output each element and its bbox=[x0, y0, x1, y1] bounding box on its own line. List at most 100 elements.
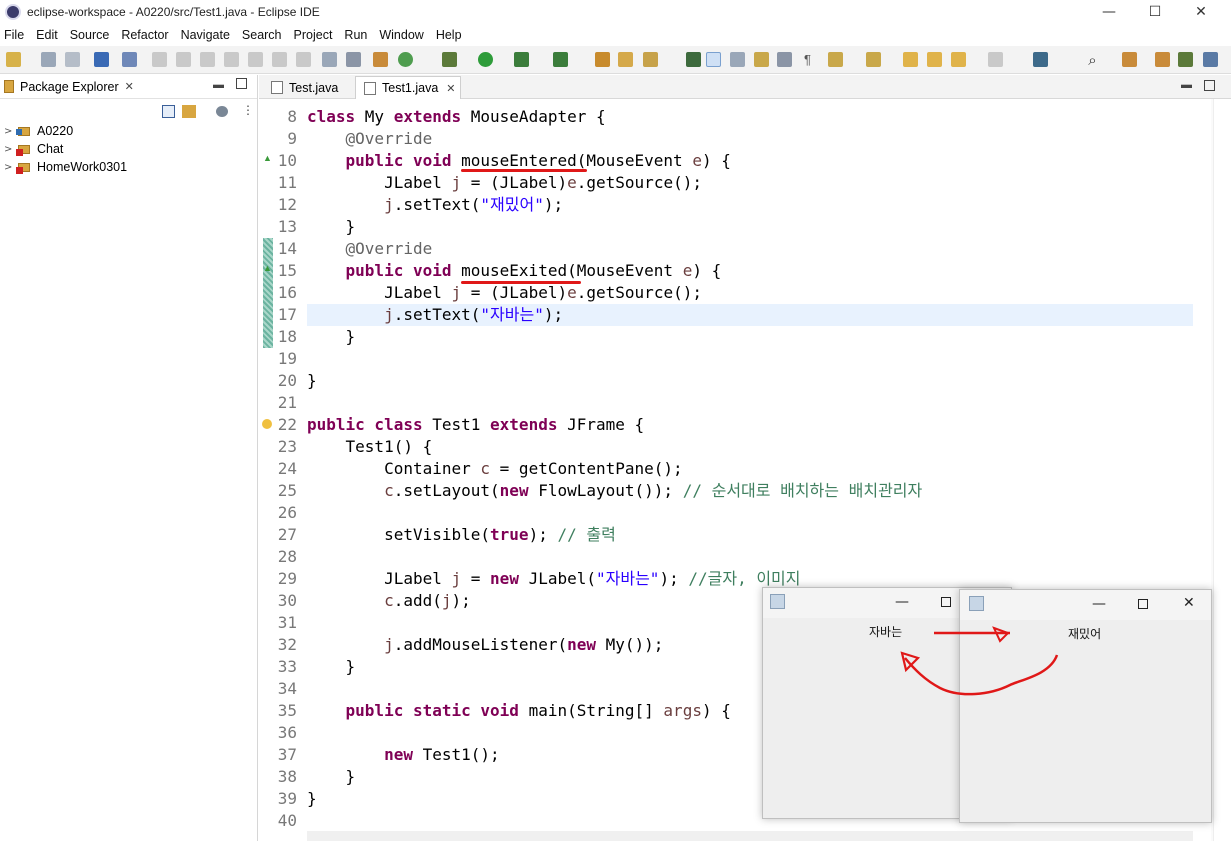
terminal-icon[interactable] bbox=[94, 52, 109, 67]
close-button[interactable]: ✕ bbox=[1178, 0, 1224, 24]
swing-maximize-button[interactable] bbox=[941, 597, 951, 607]
horizontal-scrollbar[interactable] bbox=[307, 831, 1193, 841]
disconnect-icon[interactable] bbox=[224, 52, 239, 67]
open-task-icon[interactable] bbox=[618, 52, 633, 67]
last-edit-icon[interactable] bbox=[903, 52, 918, 67]
menu-navigate[interactable]: Navigate bbox=[175, 28, 236, 42]
save-all-icon[interactable] bbox=[65, 52, 80, 67]
code-line[interactable]: JLabel j = (JLabel)e.getSource(); bbox=[307, 172, 702, 194]
collapse-all-icon[interactable] bbox=[162, 105, 175, 118]
skip-breakpoints-icon[interactable] bbox=[122, 52, 137, 67]
open-perspective-icon[interactable] bbox=[1122, 52, 1137, 67]
code-line[interactable]: @Override bbox=[307, 238, 433, 260]
package-explorer-tab[interactable]: Package Explorer ✕ ▬ bbox=[0, 75, 257, 99]
new-icon[interactable] bbox=[6, 52, 21, 67]
previous-annotation-icon[interactable] bbox=[866, 52, 881, 67]
new-java-project-icon[interactable] bbox=[373, 52, 388, 67]
back-icon[interactable] bbox=[951, 52, 966, 67]
swing-minimize-button[interactable]: — bbox=[1092, 596, 1106, 612]
next-annotation-icon[interactable] bbox=[828, 52, 843, 67]
search-tool-icon[interactable] bbox=[643, 52, 658, 67]
swing-close-button[interactable]: ✕ bbox=[1183, 595, 1195, 611]
code-line[interactable]: c.add(j); bbox=[307, 590, 471, 612]
code-line[interactable]: } bbox=[307, 216, 356, 238]
code-line[interactable]: public class Test1 extends JFrame { bbox=[307, 414, 644, 436]
forward-history-icon[interactable] bbox=[927, 52, 942, 67]
code-line[interactable]: c.setLayout(new FlowLayout()); // 순서대로 배… bbox=[307, 480, 922, 502]
code-line[interactable]: Test1() { bbox=[307, 436, 433, 458]
maximize-view-icon[interactable] bbox=[236, 78, 247, 89]
run-icon[interactable] bbox=[478, 52, 493, 67]
java-perspective-icon[interactable] bbox=[1155, 52, 1170, 67]
menu-window[interactable]: Window bbox=[373, 28, 429, 42]
tree-item-A0220[interactable]: > A0220 bbox=[4, 122, 73, 140]
menu-search[interactable]: Search bbox=[236, 28, 288, 42]
pilcrow-icon[interactable]: ¶ bbox=[800, 52, 815, 67]
code-line[interactable]: } bbox=[307, 370, 317, 392]
code-line[interactable]: public static void main(String[] args) { bbox=[307, 700, 731, 722]
menu-refactor[interactable]: Refactor bbox=[115, 28, 174, 42]
code-line[interactable]: } bbox=[307, 766, 356, 788]
block-selection-icon[interactable] bbox=[730, 52, 745, 67]
code-line[interactable]: } bbox=[307, 788, 317, 810]
menu-help[interactable]: Help bbox=[430, 28, 468, 42]
mark-occurrences-icon[interactable] bbox=[706, 52, 721, 67]
chevron-right-icon[interactable]: > bbox=[4, 162, 16, 173]
close-view-icon[interactable]: ✕ bbox=[125, 80, 134, 93]
close-tab-icon[interactable]: ✕ bbox=[446, 82, 455, 95]
menu-project[interactable]: Project bbox=[288, 28, 339, 42]
git-perspective-icon[interactable] bbox=[1203, 52, 1218, 67]
step-over-icon[interactable] bbox=[272, 52, 287, 67]
view-menu-icon[interactable]: ⋮ bbox=[242, 103, 254, 117]
link-with-editor-icon[interactable] bbox=[182, 105, 196, 118]
filter-icon[interactable] bbox=[216, 106, 228, 117]
show-source-icon[interactable] bbox=[777, 52, 792, 67]
search-icon[interactable]: ⌕ bbox=[1085, 52, 1100, 69]
chevron-right-icon[interactable]: > bbox=[4, 144, 16, 155]
suspend-icon[interactable] bbox=[176, 52, 191, 67]
tree-item-Chat[interactable]: > Chat bbox=[4, 140, 63, 158]
chevron-right-icon[interactable]: > bbox=[4, 126, 16, 137]
show-whitespace-icon[interactable] bbox=[754, 52, 769, 67]
save-icon[interactable] bbox=[41, 52, 56, 67]
code-line[interactable]: class My extends MouseAdapter { bbox=[307, 106, 606, 128]
code-line[interactable]: public void mouseExited(MouseEvent e) { bbox=[307, 260, 722, 282]
code-line[interactable]: Container c = getContentPane(); bbox=[307, 458, 683, 480]
open-type-icon[interactable] bbox=[595, 52, 610, 67]
swing-minimize-button[interactable]: — bbox=[895, 594, 909, 610]
minimize-view-icon[interactable]: ▬ bbox=[213, 79, 224, 91]
menu-edit[interactable]: Edit bbox=[30, 28, 64, 42]
external-tools-icon[interactable] bbox=[553, 52, 568, 67]
use-step-filters-icon[interactable] bbox=[346, 52, 361, 67]
tree-item-HomeWork0301[interactable]: > HomeWork0301 bbox=[4, 158, 127, 176]
debug-perspective-icon[interactable] bbox=[1178, 52, 1193, 67]
code-line[interactable]: } bbox=[307, 326, 356, 348]
code-line[interactable]: @Override bbox=[307, 128, 433, 150]
maximize-button[interactable]: ☐ bbox=[1132, 0, 1178, 24]
code-line[interactable]: setVisible(true); // 출력 bbox=[307, 524, 616, 546]
minimize-button[interactable]: — bbox=[1086, 0, 1132, 24]
minimize-editor-icon[interactable]: ▬ bbox=[1181, 79, 1192, 91]
code-line[interactable]: new Test1(); bbox=[307, 744, 500, 766]
menu-source[interactable]: Source bbox=[64, 28, 116, 42]
code-line[interactable]: j.setText("자바는"); bbox=[307, 304, 563, 326]
drop-to-frame-icon[interactable] bbox=[322, 52, 337, 67]
tab-test-java[interactable]: Test.java bbox=[263, 76, 355, 99]
code-line[interactable]: j.addMouseListener(new My()); bbox=[307, 634, 663, 656]
menu-file[interactable]: File bbox=[0, 28, 30, 42]
menu-run[interactable]: Run bbox=[338, 28, 373, 42]
code-line[interactable]: j.setText("재밌어"); bbox=[307, 194, 563, 216]
swing-maximize-button[interactable] bbox=[1138, 599, 1148, 609]
step-return-icon[interactable] bbox=[296, 52, 311, 67]
new-package-icon[interactable] bbox=[398, 52, 413, 67]
code-line[interactable]: JLabel j = new JLabel("자바는"); //글자, 이미지 bbox=[307, 568, 800, 590]
forward-icon[interactable] bbox=[988, 52, 1003, 67]
resume-icon[interactable] bbox=[152, 52, 167, 67]
code-line[interactable]: JLabel j = (JLabel)e.getSource(); bbox=[307, 282, 702, 304]
coverage-icon[interactable] bbox=[514, 52, 529, 67]
toggle-breadcrumb-icon[interactable] bbox=[686, 52, 701, 67]
code-line[interactable]: } bbox=[307, 656, 356, 678]
terminate-icon[interactable] bbox=[200, 52, 215, 67]
step-into-icon[interactable] bbox=[248, 52, 263, 67]
tab-test1-java[interactable]: Test1.java ✕ bbox=[355, 76, 461, 99]
